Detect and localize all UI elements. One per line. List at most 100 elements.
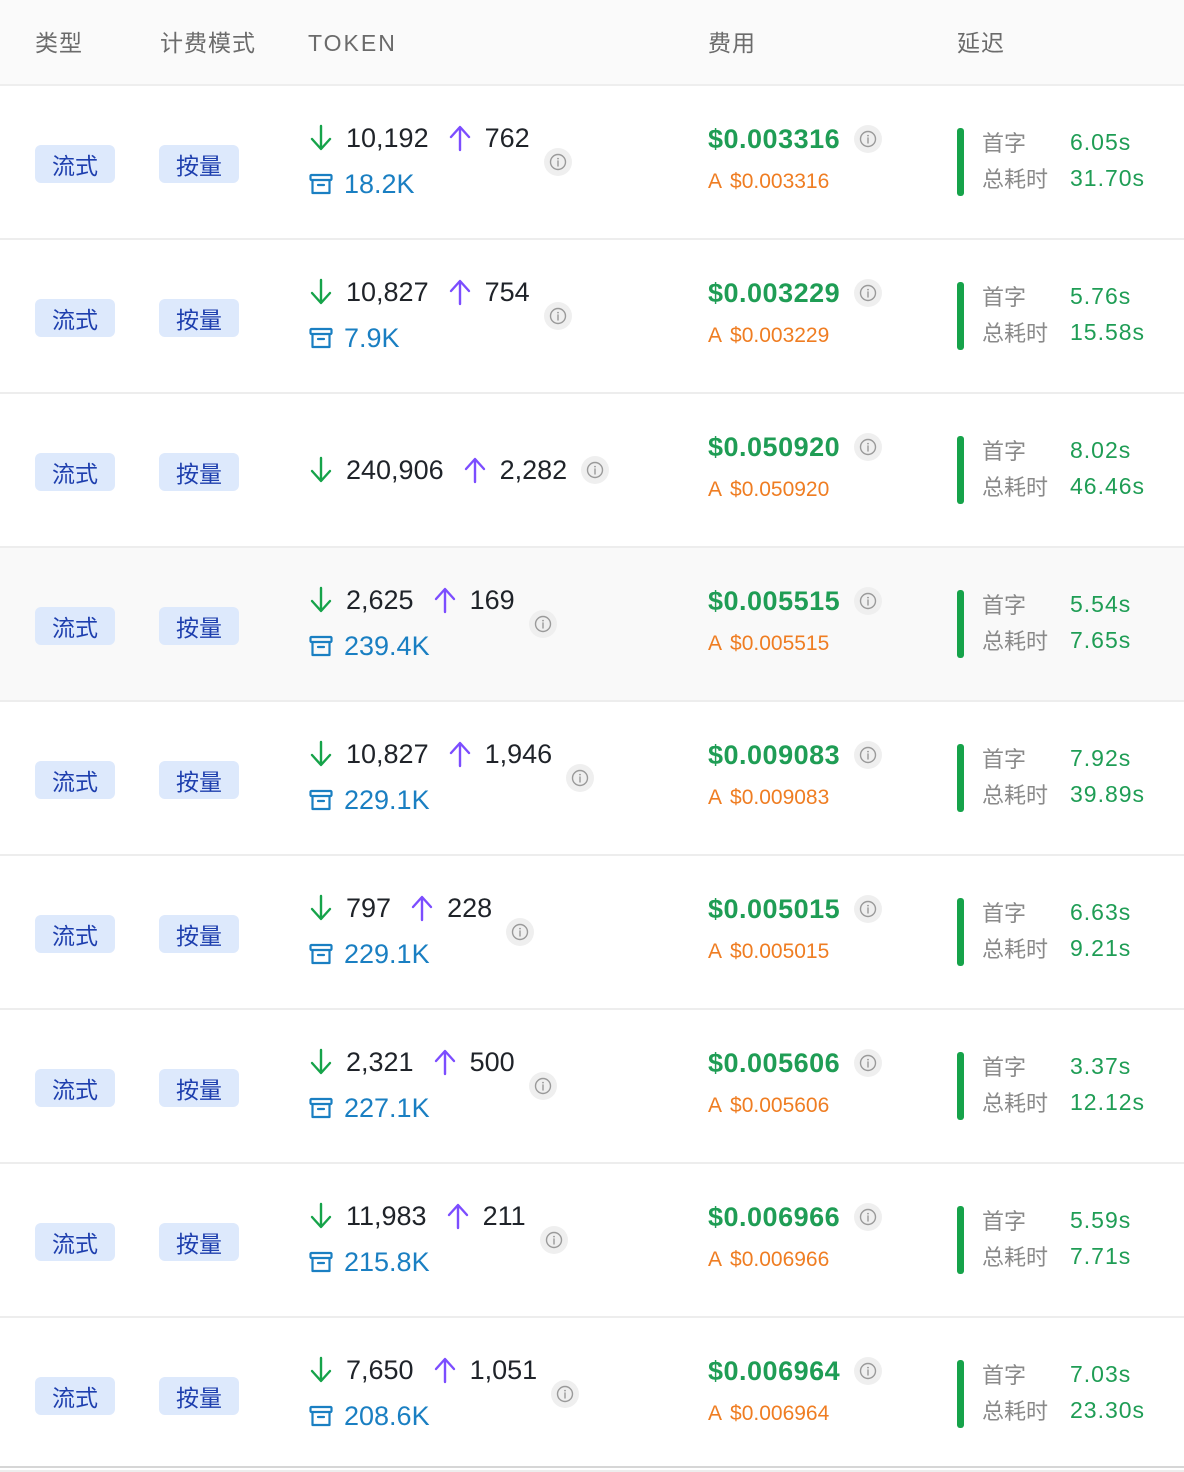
latency-total-label: 总耗时 bbox=[982, 167, 1049, 192]
info-circle-icon[interactable] bbox=[854, 1357, 883, 1385]
info-circle-icon[interactable] bbox=[854, 895, 883, 923]
table-bottom-border bbox=[0, 1466, 1184, 1468]
info-circle-icon[interactable] bbox=[528, 1072, 557, 1100]
token-io: 240,906 2,282 bbox=[308, 452, 567, 488]
table-row[interactable]: 流式 按量 10,827 754 7.9K $0.003229 A $0.003… bbox=[0, 240, 1184, 394]
latency-total-value: 39.89s bbox=[1070, 780, 1146, 807]
archive-box-icon bbox=[308, 633, 334, 659]
output-tokens: 500 bbox=[469, 1046, 515, 1077]
header-billing-mode: 计费模式 bbox=[160, 30, 256, 56]
cost-sub-value: $0.003316 bbox=[730, 170, 830, 193]
cost-value: $0.005515 bbox=[708, 585, 841, 616]
latency-total: 总耗时 23.30s bbox=[982, 1394, 1145, 1426]
cache-tokens-line: 239.4K bbox=[308, 628, 430, 664]
token-io: 2,321 500 bbox=[308, 1044, 515, 1080]
latency-total: 总耗时 7.71s bbox=[982, 1240, 1131, 1272]
cost-detail: A $0.005015 bbox=[708, 938, 829, 966]
info-circle-icon[interactable] bbox=[854, 433, 883, 461]
arrow-down-icon bbox=[308, 1047, 334, 1077]
info-circle-icon[interactable] bbox=[543, 302, 572, 330]
arrow-down-icon bbox=[308, 123, 334, 153]
table-row[interactable]: 流式 按量 797 228 229.1K $0.005015 A $0.0050… bbox=[0, 856, 1184, 1010]
cost-total: $0.006966 bbox=[708, 1200, 883, 1234]
cost-detail: A $0.005515 bbox=[708, 630, 829, 658]
arrow-down-icon bbox=[308, 455, 334, 485]
input-tokens: 797 bbox=[346, 892, 392, 923]
cost-prefix: A bbox=[708, 1402, 723, 1425]
table-row[interactable]: 流式 按量 10,192 762 18.2K $0.003316 A $0.00… bbox=[0, 86, 1184, 240]
latency-first-value: 7.92s bbox=[1070, 744, 1132, 771]
info-circle-icon[interactable] bbox=[854, 279, 883, 307]
input-tokens: 240,906 bbox=[346, 454, 444, 485]
output-tokens: 762 bbox=[484, 122, 530, 153]
arrow-up-icon bbox=[432, 1047, 458, 1077]
table-row[interactable]: 流式 按量 7,650 1,051 208.6K $0.006964 A $0.… bbox=[0, 1318, 1184, 1472]
info-circle-icon[interactable] bbox=[854, 741, 883, 769]
latency-total-value: 7.65s bbox=[1070, 626, 1132, 653]
latency-first-value: 8.02s bbox=[1070, 436, 1132, 463]
arrow-up-icon bbox=[462, 455, 488, 485]
latency-first-token: 首字 6.63s bbox=[982, 896, 1131, 928]
input-tokens: 10,192 bbox=[346, 122, 429, 153]
type-tag: 流式 bbox=[35, 1377, 115, 1415]
token-io: 10,827 1,946 bbox=[308, 736, 552, 772]
cache-tokens-line: 208.6K bbox=[308, 1398, 430, 1434]
latency-indicator-bar bbox=[957, 590, 964, 658]
latency-total: 总耗时 15.58s bbox=[982, 316, 1145, 348]
latency-first-label: 首字 bbox=[982, 1209, 1027, 1234]
cost-detail: A $0.005606 bbox=[708, 1092, 829, 1120]
input-tokens: 7,650 bbox=[346, 1354, 414, 1385]
cost-value: $0.006966 bbox=[708, 1201, 841, 1232]
cost-sub-value: $0.003229 bbox=[730, 324, 830, 347]
cost-value: $0.005015 bbox=[708, 893, 841, 924]
arrow-down-icon bbox=[308, 1201, 334, 1231]
table-row[interactable]: 流式 按量 2,321 500 227.1K $0.005606 A $0.00… bbox=[0, 1010, 1184, 1164]
table-row[interactable]: 流式 按量 2,625 169 239.4K $0.005515 A $0.00… bbox=[0, 548, 1184, 702]
arrow-up-icon bbox=[432, 585, 458, 615]
cost-prefix: A bbox=[708, 170, 723, 193]
latency-total-label: 总耗时 bbox=[982, 1245, 1049, 1270]
cache-tokens: 239.4K bbox=[344, 630, 430, 661]
billing-mode-tag: 按量 bbox=[159, 453, 239, 491]
cost-prefix: A bbox=[708, 632, 723, 655]
cost-value: $0.009083 bbox=[708, 739, 841, 770]
info-circle-icon[interactable] bbox=[551, 1380, 580, 1408]
cache-tokens: 227.1K bbox=[344, 1092, 430, 1123]
info-circle-icon[interactable] bbox=[543, 148, 572, 176]
cost-sub-value: $0.005606 bbox=[730, 1094, 830, 1117]
latency-first-value: 6.05s bbox=[1070, 128, 1132, 155]
info-circle-icon[interactable] bbox=[581, 456, 610, 484]
archive-box-icon bbox=[308, 941, 334, 967]
table-row[interactable]: 流式 按量 11,983 211 215.8K $0.006966 A $0.0… bbox=[0, 1164, 1184, 1318]
billing-mode-tag: 按量 bbox=[159, 1069, 239, 1107]
info-circle-icon[interactable] bbox=[854, 587, 883, 615]
latency-first-label: 首字 bbox=[982, 901, 1027, 926]
table-row[interactable]: 流式 按量 10,827 1,946 229.1K $0.009083 A $0… bbox=[0, 702, 1184, 856]
cost-total: $0.005515 bbox=[708, 584, 883, 618]
latency-total-value: 7.71s bbox=[1070, 1242, 1132, 1269]
cost-total: $0.005606 bbox=[708, 1046, 883, 1080]
info-circle-icon[interactable] bbox=[854, 125, 883, 153]
latency-first-token: 首字 3.37s bbox=[982, 1050, 1131, 1082]
info-circle-icon[interactable] bbox=[854, 1049, 883, 1077]
info-circle-icon[interactable] bbox=[539, 1226, 568, 1254]
latency-first-value: 3.37s bbox=[1070, 1052, 1132, 1079]
latency-first-token: 首字 8.02s bbox=[982, 434, 1131, 466]
output-tokens: 1,946 bbox=[484, 738, 553, 769]
latency-total-value: 46.46s bbox=[1070, 472, 1146, 499]
latency-indicator-bar bbox=[957, 1052, 964, 1120]
cache-tokens-line: 18.2K bbox=[308, 166, 415, 202]
cache-tokens-line: 227.1K bbox=[308, 1090, 430, 1126]
cost-prefix: A bbox=[708, 786, 723, 809]
cost-total: $0.009083 bbox=[708, 738, 883, 772]
table-row[interactable]: 流式 按量 240,906 2,282 $0.050920 A $0.05092… bbox=[0, 394, 1184, 548]
info-circle-icon[interactable] bbox=[528, 610, 557, 638]
arrow-down-icon bbox=[308, 893, 334, 923]
cost-total: $0.003316 bbox=[708, 122, 883, 156]
archive-box-icon bbox=[308, 171, 334, 197]
header-token: TOKEN bbox=[308, 30, 397, 56]
info-circle-icon[interactable] bbox=[506, 918, 535, 946]
info-circle-icon[interactable] bbox=[854, 1203, 883, 1231]
info-circle-icon[interactable] bbox=[566, 764, 595, 792]
arrow-up-icon bbox=[409, 893, 435, 923]
